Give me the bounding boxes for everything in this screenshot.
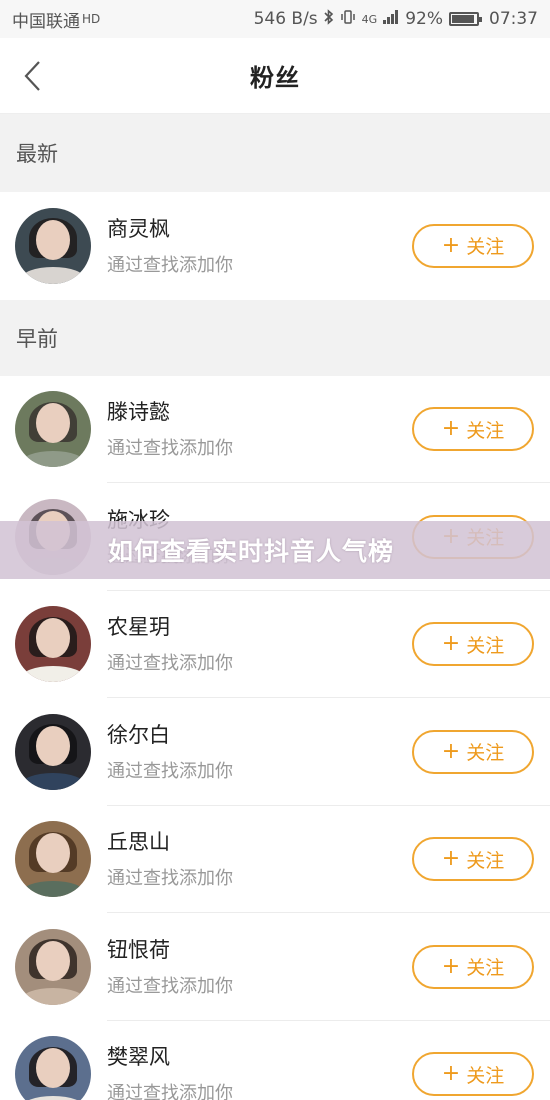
avatar-face bbox=[36, 833, 70, 874]
status-bar: 中国联通 HD 546 B/s 4G 92% 07:37 bbox=[0, 0, 550, 38]
back-button[interactable] bbox=[10, 52, 54, 100]
plus-icon: + bbox=[441, 1061, 461, 1087]
follow-button[interactable]: +关注 bbox=[412, 1052, 534, 1097]
follow-button[interactable]: +关注 bbox=[412, 223, 534, 268]
avatar-face bbox=[36, 618, 70, 659]
avatar-shoulders bbox=[21, 267, 85, 284]
follow-button[interactable]: +关注 bbox=[412, 729, 534, 774]
follow-button[interactable]: +关注 bbox=[412, 622, 534, 667]
fan-list-item[interactable]: 樊翠风 通过查找添加你 + 关注 bbox=[0, 1021, 550, 1100]
overlay-banner: 如何查看实时抖音人气榜 bbox=[0, 521, 550, 579]
follow-label: 关注 bbox=[466, 742, 505, 765]
follow-label: 关注 bbox=[466, 849, 505, 872]
signal-icon bbox=[383, 9, 399, 29]
follow-label: 关注 bbox=[466, 634, 505, 657]
avatar-shoulders bbox=[21, 988, 85, 1005]
avatar[interactable] bbox=[15, 606, 91, 683]
follow-label: 关注 bbox=[466, 1064, 505, 1087]
section-list: 滕诗懿通过查找添加你+关注施冰珍通过查找添加你+关注农星玥通过查找添加你+关注徐… bbox=[0, 375, 550, 1100]
avatar-face bbox=[36, 940, 70, 981]
fan-list-item[interactable]: 徐尔白 通过查找添加你 + 关注 bbox=[0, 698, 550, 806]
vibrate-icon bbox=[340, 9, 356, 30]
avatar-face bbox=[36, 1048, 70, 1089]
battery-percent: 92% bbox=[405, 9, 443, 29]
follow-label: 关注 bbox=[466, 419, 505, 442]
fan-list: 最新商灵枫通过查找添加你+关注早前滕诗懿通过查找添加你+关注施冰珍通过查找添加你… bbox=[0, 114, 550, 1100]
avatar[interactable] bbox=[15, 391, 91, 468]
hd-label: HD bbox=[82, 12, 101, 26]
avatar[interactable] bbox=[15, 928, 91, 1005]
follow-label: 关注 bbox=[466, 236, 505, 259]
plus-icon: + bbox=[441, 953, 461, 979]
follow-button[interactable]: +关注 bbox=[412, 944, 534, 989]
fan-list-item[interactable]: 农星玥 通过查找添加你 + 关注 bbox=[0, 591, 550, 699]
section-header: 早前 bbox=[0, 299, 550, 376]
avatar[interactable] bbox=[15, 713, 91, 790]
plus-icon: + bbox=[441, 846, 461, 872]
avatar-face bbox=[36, 403, 70, 444]
bluetooth-icon bbox=[324, 8, 334, 30]
net-speed: 546 B/s bbox=[253, 9, 318, 29]
avatar-shoulders bbox=[21, 450, 85, 468]
chevron-left-icon bbox=[24, 61, 40, 91]
plus-icon: + bbox=[441, 738, 461, 764]
fan-list-item[interactable]: 商灵枫 通过查找添加你 + 关注 bbox=[0, 192, 550, 300]
fan-list-item[interactable]: 滕诗懿 通过查找添加你 + 关注 bbox=[0, 376, 550, 484]
carrier-label: 中国联通 bbox=[12, 11, 80, 32]
follow-label: 关注 bbox=[466, 957, 505, 980]
avatar-shoulders bbox=[21, 1095, 85, 1100]
follow-button[interactable]: +关注 bbox=[412, 407, 534, 452]
status-right: 546 B/s 4G 92% 07:37 bbox=[253, 8, 538, 30]
avatar-face bbox=[36, 219, 70, 260]
nav-bar: 粉丝 bbox=[0, 38, 550, 114]
avatar-shoulders bbox=[21, 880, 85, 898]
battery-icon bbox=[449, 12, 482, 26]
overlay-text: 如何查看实时抖音人气榜 bbox=[108, 537, 395, 566]
plus-icon: + bbox=[441, 416, 461, 442]
plus-icon: + bbox=[441, 631, 461, 657]
plus-icon: + bbox=[441, 232, 461, 258]
avatar-shoulders bbox=[21, 773, 85, 790]
avatar[interactable] bbox=[15, 821, 91, 898]
network-type: 4G bbox=[361, 12, 378, 26]
fan-list-item[interactable]: 钮恨荷 通过查找添加你 + 关注 bbox=[0, 913, 550, 1021]
status-left: 中国联通 HD bbox=[12, 7, 100, 32]
avatar-shoulders bbox=[21, 665, 85, 683]
section-list: 商灵枫 通过查找添加你 + 关注 bbox=[0, 192, 550, 300]
avatar[interactable] bbox=[15, 207, 91, 284]
page-title: 粉丝 bbox=[250, 64, 300, 92]
fan-list-item[interactable]: 丘思山 通过查找添加你 + 关注 bbox=[0, 806, 550, 914]
avatar[interactable] bbox=[15, 1036, 91, 1100]
battery-fill bbox=[452, 15, 474, 23]
section-header: 最新 bbox=[0, 114, 550, 192]
avatar-face bbox=[36, 725, 70, 766]
follow-button[interactable]: +关注 bbox=[412, 837, 534, 882]
clock: 07:37 bbox=[489, 9, 538, 29]
